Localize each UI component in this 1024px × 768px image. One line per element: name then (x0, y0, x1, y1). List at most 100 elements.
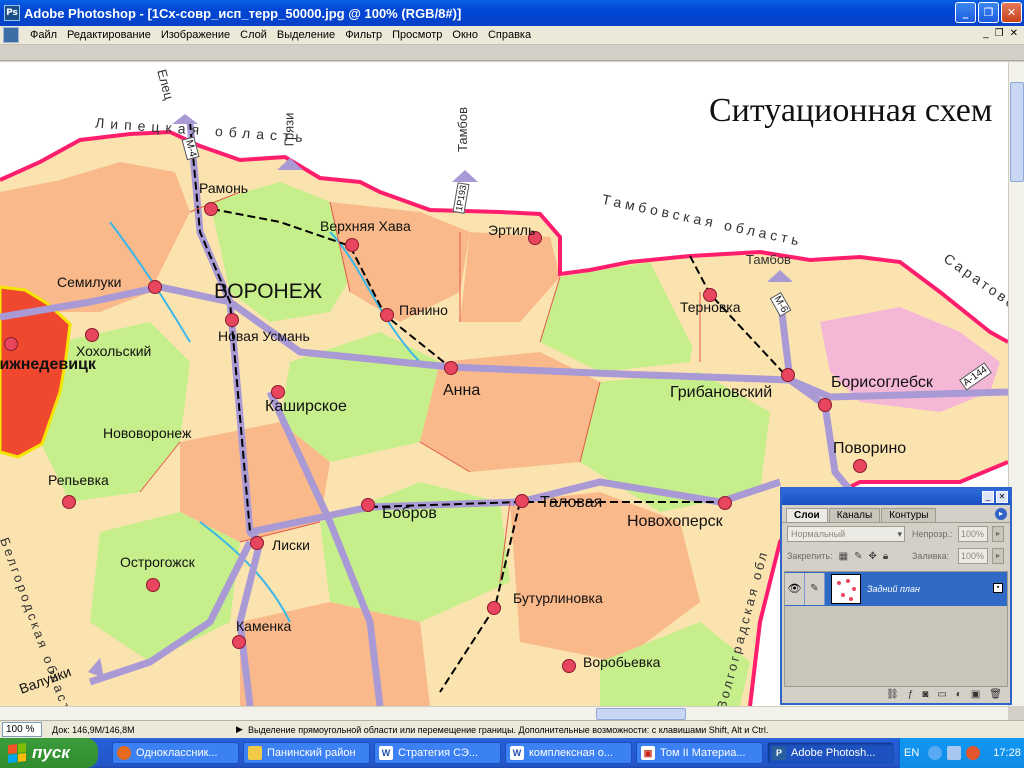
vertical-scroll-thumb[interactable] (1010, 82, 1024, 182)
delete-layer-icon[interactable]: 🗑︎ (989, 689, 1002, 700)
town-label: Нижнедевицк (0, 356, 96, 373)
town-marker (232, 635, 246, 649)
fill-arrow-button[interactable]: ▸ (992, 548, 1004, 564)
new-layer-icon[interactable]: ▣ (971, 689, 980, 700)
lock-all-icon[interactable]: 🔒︎ (883, 551, 888, 562)
town-label: Терновка (680, 299, 741, 315)
photoshop-app-icon[interactable]: Ps (4, 5, 20, 21)
document-size: Док: 146,9M/146,8M (52, 724, 135, 735)
menu-window[interactable]: Окно (447, 29, 483, 41)
fill-label: Заливка: (912, 551, 950, 561)
layer-mask-icon[interactable]: ◙ (922, 689, 928, 700)
start-button[interactable]: пуск (0, 738, 98, 768)
menu-layer[interactable]: Слой (235, 29, 272, 41)
lock-move-icon[interactable]: ✥ (868, 551, 876, 562)
taskbar-item[interactable]: W комплексная о... (505, 742, 632, 764)
taskbar-item[interactable]: Панинский район (243, 742, 370, 764)
town-label: Поворино (833, 440, 907, 457)
language-indicator[interactable]: EN (904, 747, 919, 759)
link-layers-icon[interactable]: ⛓ (886, 689, 899, 700)
panel-close-button[interactable]: ✕ (996, 491, 1008, 503)
direction-label-tambov-1: Тамбов (454, 107, 470, 152)
taskbar-item[interactable]: Одноклассник... (112, 742, 239, 764)
taskbar-item-label: Одноклассник... (136, 747, 218, 759)
layers-panel-titlebar[interactable]: _ ✕ (782, 489, 1010, 505)
town-marker (85, 328, 99, 342)
menu-file[interactable]: Файл (25, 29, 62, 41)
opacity-arrow-button[interactable]: ▸ (992, 526, 1004, 542)
taskbar-item-label: Панинский район (267, 747, 356, 759)
network-icon[interactable] (947, 746, 962, 760)
menu-edit[interactable]: Редактирование (62, 29, 156, 41)
town-label: Каменка (236, 618, 292, 634)
layer-style-icon[interactable]: ƒ (908, 689, 914, 700)
opacity-label: Непрозр.: (912, 529, 953, 539)
panel-menu-icon[interactable]: ▸ (995, 508, 1007, 520)
taskbar-item-label: Стратегия СЭ... (398, 747, 479, 759)
taskbar-item[interactable]: ▣ Том II Материа... (636, 742, 763, 764)
town-marker (380, 308, 394, 322)
visibility-eye-icon[interactable]: 👁︎ (785, 573, 805, 605)
title-bar: Ps Adobe Photoshop - [1Сх-совр_исп_терр_… (0, 0, 1024, 26)
town-label-voronezh: ВОРОНЕЖ (214, 280, 323, 303)
layer-name[interactable]: Задний план (867, 584, 920, 594)
taskbar-item-active[interactable]: P Adobe Photosh... (767, 742, 894, 764)
town-marker (562, 659, 576, 673)
town-marker (204, 202, 218, 216)
blend-mode-select[interactable]: Нормальный (787, 526, 905, 542)
horizontal-scrollbar[interactable] (0, 706, 1008, 720)
lock-paint-icon[interactable]: ✎ (854, 551, 862, 562)
system-tray: EN 17:28 (899, 738, 1024, 768)
town-label: Острогожск (120, 554, 195, 570)
tray-arrow-icon[interactable] (928, 746, 943, 760)
tab-paths[interactable]: Контуры (881, 508, 937, 522)
layers-list: 👁︎ ✎ Задний план ▪ (784, 571, 1008, 687)
word-icon: W (379, 746, 393, 760)
town-marker (781, 368, 795, 382)
window-title: Adobe Photoshop - [1Сх-совр_исп_терр_500… (24, 5, 462, 21)
firefox-icon (117, 746, 131, 760)
maximize-button[interactable]: ❐ (978, 2, 999, 23)
town-marker (250, 536, 264, 550)
close-button[interactable]: ✕ (1001, 2, 1022, 23)
tab-layers[interactable]: Слои (786, 508, 828, 522)
town-label: Семилуки (57, 274, 122, 290)
town-label: Новая Усмань (218, 328, 310, 344)
menu-view[interactable]: Просмотр (387, 29, 447, 41)
new-group-icon[interactable]: ▭ (937, 689, 946, 700)
taskbar-item-label: комплексная о... (529, 747, 614, 759)
town-label: Бобров (382, 505, 437, 522)
lock-transparency-icon[interactable]: ▦ (839, 551, 848, 562)
menu-filter[interactable]: Фильтр (340, 29, 387, 41)
antivirus-icon[interactable] (966, 746, 981, 760)
options-strip (0, 45, 1024, 61)
town-label: Рамонь (199, 180, 249, 196)
town-marker (361, 498, 375, 512)
menu-image[interactable]: Изображение (156, 29, 235, 41)
town-label: Таловая (540, 494, 603, 511)
folder-icon (248, 746, 262, 760)
clock: 17:28 (993, 747, 1021, 759)
layer-row-background[interactable]: 👁︎ ✎ Задний план ▪ (785, 572, 1007, 606)
zoom-field[interactable]: 100 % (2, 722, 42, 737)
taskbar-item-label: Том II Материа... (660, 747, 746, 759)
minimize-button[interactable]: _ (955, 2, 976, 23)
photoshop-icon: P (772, 746, 786, 760)
taskbar-item[interactable]: W Стратегия СЭ... (374, 742, 501, 764)
status-menu-arrow-icon[interactable]: ▶ (236, 724, 244, 735)
fill-field[interactable]: 100% (958, 548, 988, 564)
doc-close-button[interactable]: ✕ (1010, 28, 1018, 39)
document-icon[interactable] (3, 27, 19, 43)
doc-restore-button[interactable]: ❐ (995, 28, 1004, 39)
panel-minimize-button[interactable]: _ (982, 491, 994, 503)
brush-icon[interactable]: ✎ (805, 573, 825, 605)
menu-help[interactable]: Справка (483, 29, 536, 41)
horizontal-scroll-thumb[interactable] (596, 708, 686, 720)
town-label: Лиски (272, 537, 310, 553)
menu-select[interactable]: Выделение (272, 29, 340, 41)
adjustment-layer-icon[interactable]: ◐ (956, 689, 962, 700)
town-marker (271, 385, 285, 399)
tab-channels[interactable]: Каналы (828, 508, 881, 522)
doc-minimize-button[interactable]: _ (983, 28, 989, 39)
opacity-field[interactable]: 100% (958, 526, 988, 542)
